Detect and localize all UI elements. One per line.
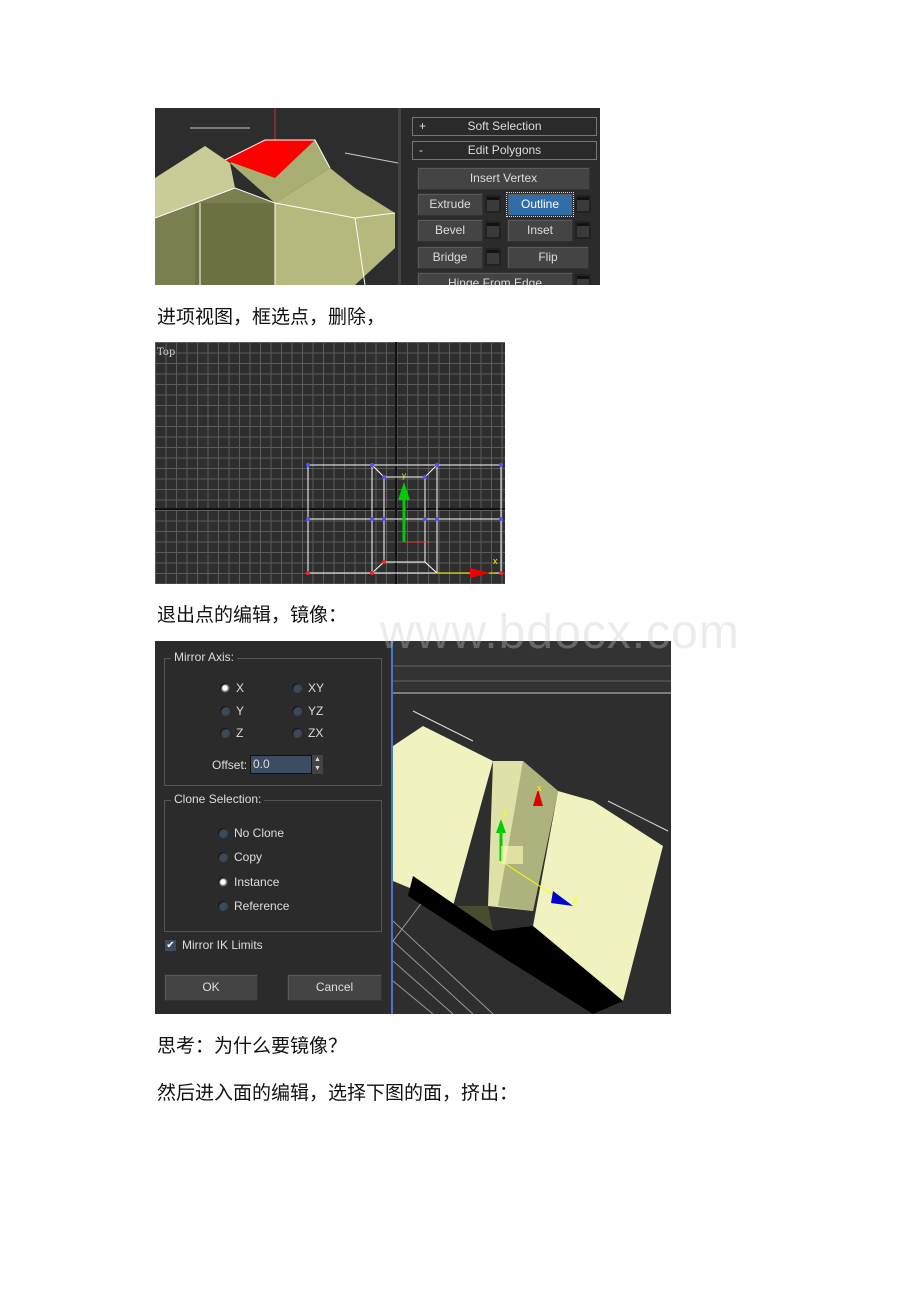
hinge-from-edge-button[interactable]: Hinge From Edge: [417, 272, 573, 285]
inset-settings-button[interactable]: [575, 221, 591, 239]
x-axis-label: x: [537, 783, 542, 793]
paragraph: 思考：为什么要镜像？: [157, 1035, 348, 1057]
radio-axis-y[interactable]: Y: [220, 704, 244, 718]
rollout-label: Soft Selection: [467, 119, 542, 133]
outline-settings-button[interactable]: [575, 195, 591, 213]
hinge-settings-button[interactable]: [575, 274, 591, 285]
radio-instance[interactable]: Instance: [218, 875, 279, 889]
mirror-ik-checkbox[interactable]: ✔ Mirror IK Limits: [165, 938, 263, 952]
ok-button[interactable]: OK: [164, 974, 258, 1001]
document-page: + Soft Selection - Edit Polygons Insert Ve…: [0, 0, 920, 1302]
bridge-settings-button[interactable]: [485, 248, 501, 266]
group-label: Clone Selection:: [171, 792, 265, 806]
paragraph: 退出点的编辑，镜像：: [157, 604, 348, 626]
group-label: Mirror Axis:: [171, 650, 237, 664]
radio-axis-z[interactable]: Z: [220, 726, 243, 740]
flip-button[interactable]: Flip: [507, 246, 589, 269]
x-axis-label: x: [493, 556, 498, 566]
command-panel: + Soft Selection - Edit Polygons Insert Ve…: [398, 108, 600, 285]
paragraph: 进项视图，框选点，删除，: [157, 306, 386, 328]
cancel-button[interactable]: Cancel: [287, 974, 382, 1001]
radio-axis-x[interactable]: X: [220, 681, 244, 695]
radio-axis-yz[interactable]: YZ: [292, 704, 323, 718]
mirror-axis-group: Mirror Axis: X Y Z XY YZ ZX Offset: 0.0 …: [164, 650, 382, 786]
rollout-soft-selection[interactable]: + Soft Selection: [412, 117, 597, 136]
viewport-label[interactable]: Top: [157, 347, 175, 358]
collapse-icon: -: [419, 143, 423, 157]
y-axis-label: y: [503, 807, 508, 817]
bevel-button[interactable]: Bevel: [417, 219, 483, 242]
expand-icon: +: [419, 119, 427, 133]
offset-spinner[interactable]: ▲ ▼: [312, 755, 323, 774]
x-axis-gizmo: [470, 568, 490, 578]
mirror-dialog: Mirror Axis: X Y Z XY YZ ZX Offset: 0.0 …: [155, 641, 393, 1014]
radio-axis-zx[interactable]: ZX: [292, 726, 323, 740]
outline-button[interactable]: Outline: [506, 192, 574, 217]
watermark: www.bdocx.com: [380, 606, 740, 659]
inset-button[interactable]: Inset: [507, 219, 573, 242]
rollout-label: Edit Polygons: [467, 143, 542, 157]
edit-poly-screenshot: + Soft Selection - Edit Polygons Insert Ve…: [155, 108, 600, 285]
perspective-viewport: [155, 108, 398, 285]
paragraph: 然后进入面的编辑，选择下图的面，挤出：: [157, 1082, 519, 1104]
offset-label: Offset:: [212, 758, 248, 772]
radio-reference[interactable]: Reference: [218, 899, 289, 913]
clone-selection-group: Clone Selection: No Clone Copy Instance …: [164, 792, 382, 932]
rollout-edit-polygons[interactable]: - Edit Polygons: [412, 141, 597, 160]
radio-no-clone[interactable]: No Clone: [218, 826, 284, 840]
insert-vertex-button[interactable]: Insert Vertex: [417, 167, 590, 190]
top-viewport[interactable]: x y Top: [155, 342, 505, 584]
y-axis-label: y: [402, 471, 406, 480]
z-axis-label: z: [573, 895, 578, 905]
extrude-button[interactable]: Extrude: [417, 193, 483, 216]
bridge-button[interactable]: Bridge: [417, 246, 483, 269]
radio-axis-xy[interactable]: XY: [292, 681, 324, 695]
offset-input[interactable]: 0.0: [250, 755, 312, 774]
bevel-settings-button[interactable]: [485, 221, 501, 239]
top-view-drawing: x y: [155, 342, 505, 584]
perspective-viewport[interactable]: y x z: [393, 641, 671, 1014]
radio-copy[interactable]: Copy: [218, 850, 262, 864]
mirror-screenshot: Mirror Axis: X Y Z XY YZ ZX Offset: 0.0 …: [155, 641, 671, 1014]
extrude-settings-button[interactable]: [485, 195, 501, 213]
